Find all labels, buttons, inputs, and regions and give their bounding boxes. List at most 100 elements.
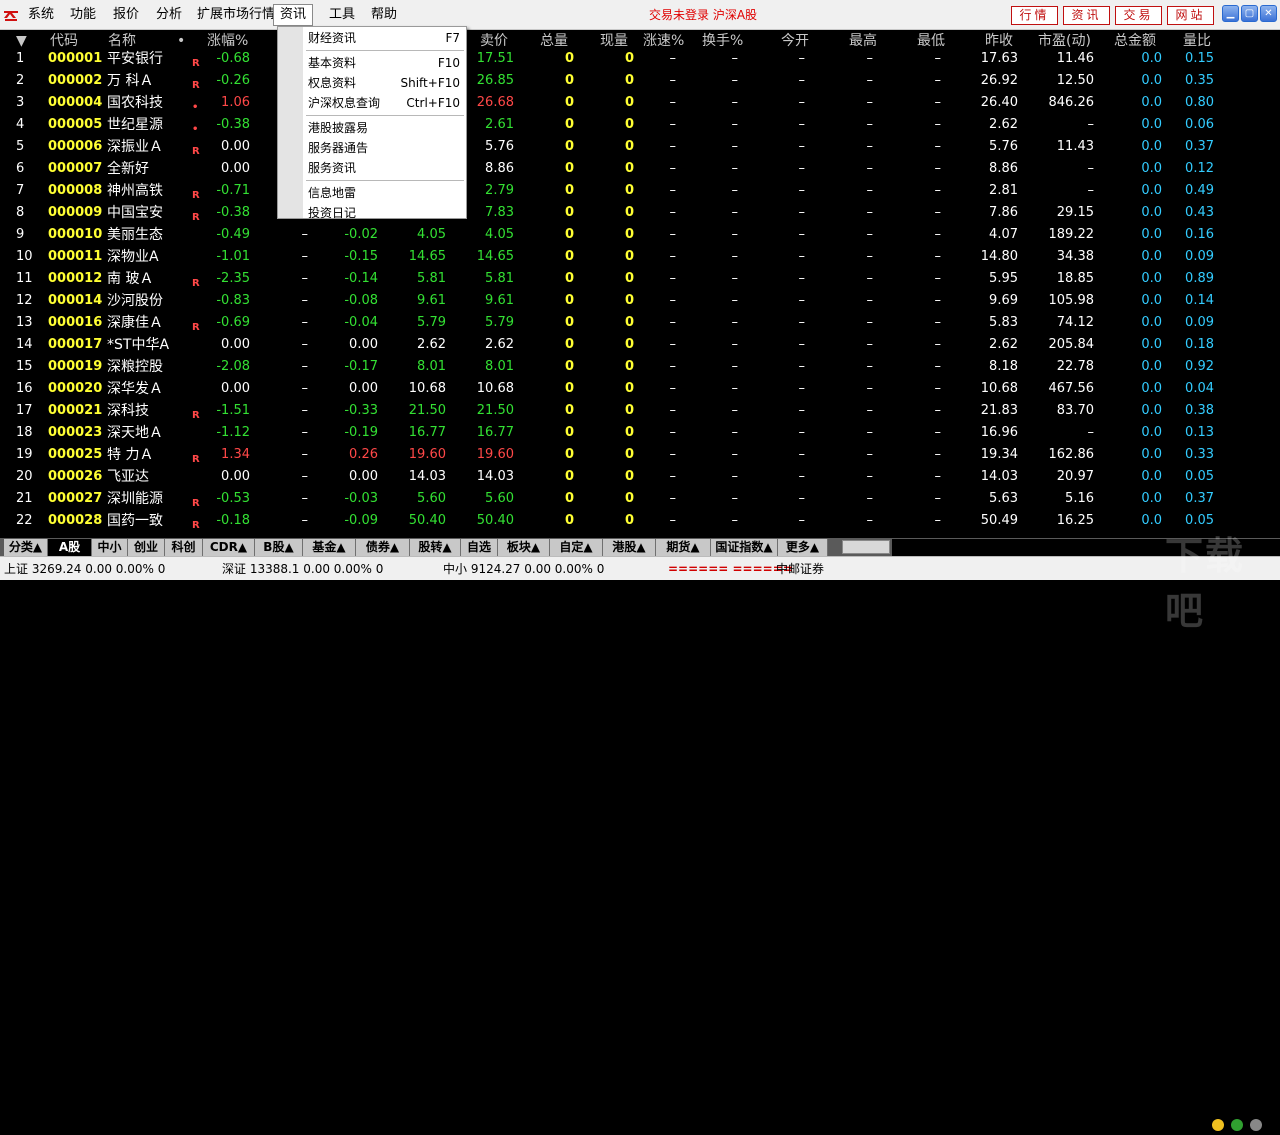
cell-col-1: 000012: [48, 268, 102, 290]
market-tab-14[interactable]: 期货▲: [656, 539, 711, 556]
tab-scrollbar[interactable]: [842, 540, 890, 554]
cell-col-8: 8.01: [485, 356, 514, 378]
table-row[interactable]: 17000021深科技R-1.51–-0.3321.5021.5000–––––…: [0, 400, 1222, 422]
table-row[interactable]: 20000026飞亚达0.00–0.0014.0314.0300–––––14.…: [0, 466, 1222, 488]
table-row[interactable]: 4000005世纪星源•-0.382.6100–––––2.62–0.00.06: [0, 114, 1222, 136]
cell-col-1: 000007: [48, 158, 102, 180]
cell-col-9: 0: [565, 158, 574, 180]
cell-col-9: 0: [565, 290, 574, 312]
market-tab-7[interactable]: 基金▲: [303, 539, 356, 556]
dropdown-item-3[interactable]: 权息资料Shift+F10: [308, 73, 460, 93]
market-tab-6[interactable]: B股▲: [255, 539, 303, 556]
dropdown-item-2[interactable]: 基本资料F10: [308, 53, 460, 73]
cell-col-18: 0.0: [1141, 444, 1162, 466]
table-row[interactable]: 5000006深振业ＡR0.005.7600–––––5.7611.430.00…: [0, 136, 1222, 158]
cell-col-15: –: [935, 400, 942, 422]
table-row[interactable]: 7000008神州高铁R-0.712.7900–––––2.81–0.00.49: [0, 180, 1222, 202]
cell-col-9: 0: [565, 510, 574, 532]
menu-item-4[interactable]: 扩展市场行情: [197, 0, 275, 30]
dropdown-item-11[interactable]: 投资日记: [308, 203, 460, 223]
market-tab-1[interactable]: A股: [48, 539, 92, 556]
table-row[interactable]: 18000023深天地Ａ-1.12–-0.1916.7716.7700–––––…: [0, 422, 1222, 444]
table-row[interactable]: 14000017*ST中华A0.00–0.002.622.6200–––––2.…: [0, 334, 1222, 356]
table-row[interactable]: 15000019深粮控股-2.08–-0.178.018.0100–––––8.…: [0, 356, 1222, 378]
maximize-icon[interactable]: ▢: [1241, 5, 1258, 22]
table-row[interactable]: 12000014沙河股份-0.83–-0.089.619.6100–––––9.…: [0, 290, 1222, 312]
menu-item-1[interactable]: 功能: [70, 0, 96, 30]
menu-item-5[interactable]: 资讯: [273, 4, 313, 26]
toolbar-button-0[interactable]: 行情: [1011, 6, 1058, 25]
market-tab-4[interactable]: 科创: [165, 539, 203, 556]
table-row[interactable]: 21000027深圳能源R-0.53–-0.035.605.6000–––––5…: [0, 488, 1222, 510]
market-tab-3[interactable]: 创业: [128, 539, 165, 556]
dropdown-item-0[interactable]: 财经资讯F7: [308, 28, 460, 48]
toolbar-button-3[interactable]: 网站: [1167, 6, 1214, 25]
cell-col-13: –: [799, 378, 806, 400]
cell-col-8: 9.61: [485, 290, 514, 312]
market-tab-9[interactable]: 股转▲: [410, 539, 461, 556]
cell-col-4: -0.69: [216, 312, 250, 334]
dropdown-item-10[interactable]: 信息地雷: [308, 183, 460, 203]
cell-col-1: 000011: [48, 246, 102, 268]
cell-col-10: 0: [625, 48, 634, 70]
table-row[interactable]: 9000010美丽生态-0.49–-0.024.054.0500–––––4.0…: [0, 224, 1222, 246]
cell-col-12: –: [732, 224, 739, 246]
menu-item-0[interactable]: 系统: [28, 0, 54, 30]
market-tab-15[interactable]: 国证指数▲: [711, 539, 778, 556]
market-tab-16[interactable]: 更多▲: [778, 539, 828, 556]
table-row[interactable]: 8000009中国宝安R-0.387.8300–––––7.8629.150.0…: [0, 202, 1222, 224]
tray-yellow-icon[interactable]: [1212, 1119, 1224, 1131]
table-row[interactable]: 10000011深物业A-1.01–-0.1514.6514.6500–––––…: [0, 246, 1222, 268]
market-tab-8[interactable]: 债券▲: [356, 539, 410, 556]
table-row[interactable]: 19000025特 力ＡR1.34–0.2619.6019.6000–––––1…: [0, 444, 1222, 466]
dropdown-item-4[interactable]: 沪深权息查询Ctrl+F10: [308, 93, 460, 113]
market-tab-12[interactable]: 自定▲: [550, 539, 603, 556]
cell-col-9: 0: [565, 400, 574, 422]
cell-col-11: –: [670, 510, 677, 532]
cell-col-11: –: [670, 48, 677, 70]
dropdown-item-6[interactable]: 港股披露易: [308, 118, 460, 138]
dropdown-item-label: 服务器通告: [308, 141, 368, 155]
cell-col-9: 0: [565, 246, 574, 268]
toolbar-button-2[interactable]: 交易: [1115, 6, 1162, 25]
cell-col-17: 22.78: [1057, 356, 1094, 378]
table-row[interactable]: 3000004国农科技•1.0626.6800–––––26.40846.260…: [0, 92, 1222, 114]
cell-col-5: –: [302, 510, 309, 532]
market-tab-5[interactable]: CDR▲: [203, 539, 255, 556]
market-tab-10[interactable]: 自选: [461, 539, 498, 556]
market-tab-13[interactable]: 港股▲: [603, 539, 656, 556]
cell-col-0: 3: [16, 92, 24, 114]
cell-col-10: 0: [625, 334, 634, 356]
vertical-scroll-area: [1222, 30, 1280, 538]
cell-col-11: –: [670, 334, 677, 356]
market-tab-11[interactable]: 板块▲: [498, 539, 550, 556]
table-row[interactable]: 22000028国药一致R-0.18–-0.0950.4050.4000––––…: [0, 510, 1222, 532]
table-row[interactable]: 1000001平安银行R-0.6817.5100–––––17.6311.460…: [0, 48, 1222, 70]
cell-col-14: –: [867, 224, 874, 246]
tray-green-icon[interactable]: [1231, 1119, 1243, 1131]
close-icon[interactable]: ✕: [1260, 5, 1277, 22]
minimize-icon[interactable]: ▁: [1222, 5, 1239, 22]
cell-col-14: –: [867, 70, 874, 92]
table-row[interactable]: 2000002万 科ＡR-0.2626.8500–––––26.9212.500…: [0, 70, 1222, 92]
tray-gear-icon[interactable]: [1250, 1119, 1262, 1131]
toolbar-button-1[interactable]: 资讯: [1063, 6, 1110, 25]
cell-col-10: 0: [625, 422, 634, 444]
table-row[interactable]: 13000016深康佳ＡR-0.69–-0.045.795.7900–––––5…: [0, 312, 1222, 334]
cell-col-0: 17: [16, 400, 33, 422]
cell-col-12: –: [732, 136, 739, 158]
dropdown-item-8[interactable]: 服务资讯: [308, 158, 460, 178]
cell-col-1: 000023: [48, 422, 102, 444]
cell-col-16: 9.69: [989, 290, 1018, 312]
cell-col-14: –: [867, 136, 874, 158]
menu-item-3[interactable]: 分析: [156, 0, 182, 30]
table-row[interactable]: 16000020深华发Ａ0.00–0.0010.6810.6800–––––10…: [0, 378, 1222, 400]
dropdown-item-7[interactable]: 服务器通告: [308, 138, 460, 158]
cell-col-18: 0.0: [1141, 114, 1162, 136]
table-row[interactable]: 6000007全新好0.008.8600–––––8.86–0.00.12: [0, 158, 1222, 180]
dropdown-item-label: 财经资讯: [308, 31, 356, 45]
market-tab-2[interactable]: 中小: [92, 539, 128, 556]
table-row[interactable]: 11000012南 玻ＡR-2.35–-0.145.815.8100–––––5…: [0, 268, 1222, 290]
menu-item-2[interactable]: 报价: [113, 0, 139, 30]
market-tab-0[interactable]: 分类▲: [4, 539, 48, 556]
